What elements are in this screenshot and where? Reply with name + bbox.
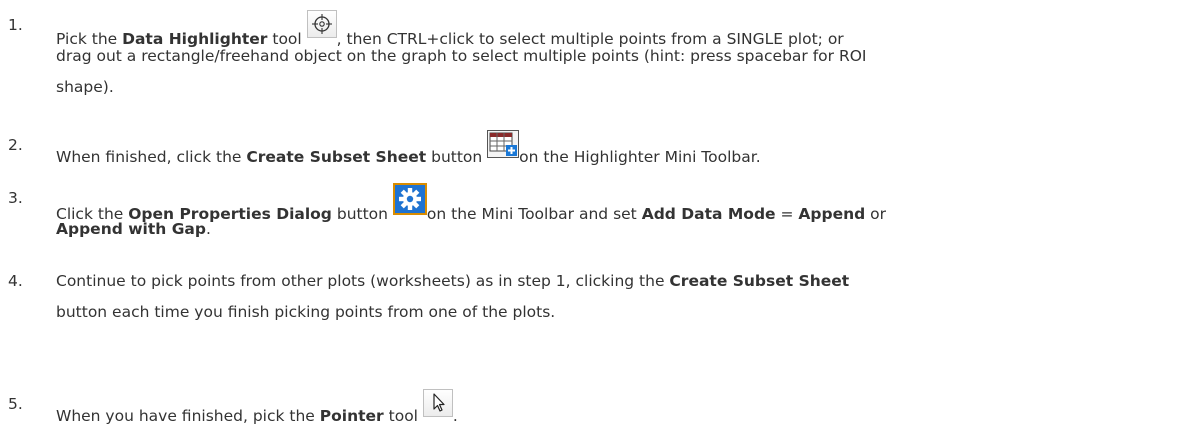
text: button (426, 148, 488, 166)
step-number: 3. (8, 189, 23, 207)
step-text: When you have finished, pick the Pointer… (56, 389, 1196, 425)
text: button (331, 205, 393, 223)
setting-name: Add Data Mode (641, 205, 776, 223)
step-text: Pick the Data Highlighter tool , then CT… (56, 10, 1196, 103)
step-number: 4. (8, 272, 23, 290)
step-number: 1. (8, 16, 23, 34)
button-name: Create Subset Sheet (246, 148, 427, 166)
text: = (775, 205, 799, 223)
text: or (865, 205, 887, 223)
text-line: button each time you finish picking poin… (56, 303, 556, 321)
tool-name: Pointer (319, 407, 384, 425)
pointer-arrow-icon (422, 389, 453, 417)
step-text: Continue to pick points from other plots… (56, 266, 1196, 328)
gear-icon (392, 183, 427, 215)
text-line: drag out a rectangle/freehand object on … (56, 47, 867, 65)
step-text: When finished, click the Create Subset S… (56, 130, 1196, 166)
step-number: 5. (8, 395, 23, 413)
text: Continue to pick points from other plots… (56, 272, 670, 290)
text: . (452, 407, 458, 425)
step-text: Click the Open Properties Dialog button … (56, 183, 1196, 245)
text: tool (383, 407, 423, 425)
text: on the Mini Toolbar and set (426, 205, 642, 223)
text: on the Highlighter Mini Toolbar. (519, 148, 761, 166)
button-name: Create Subset Sheet (669, 272, 850, 290)
step-number: 2. (8, 136, 23, 154)
setting-value: Append with Gap (56, 220, 206, 238)
text: When finished, click the (56, 148, 247, 166)
setting-value: Append (798, 205, 866, 223)
create-subset-sheet-icon (487, 130, 520, 158)
text-line: shape). (56, 78, 114, 96)
data-highlighter-icon (306, 10, 337, 38)
text: When you have finished, pick the (56, 407, 320, 425)
text: . (205, 220, 211, 238)
